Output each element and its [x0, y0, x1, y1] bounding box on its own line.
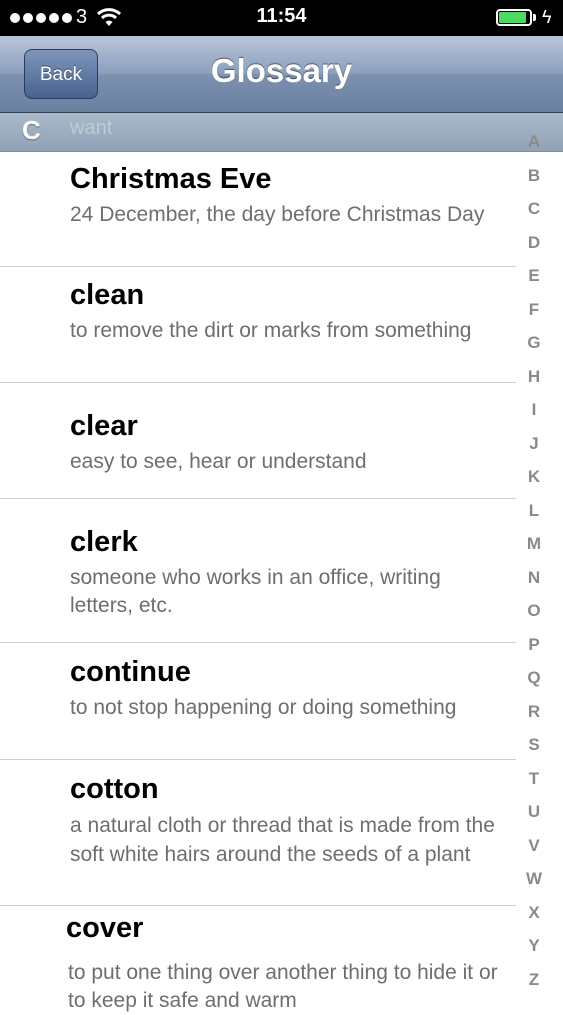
glossary-row[interactable]: continue to not stop happening or doing …	[0, 643, 516, 760]
page-title: Glossary	[210, 52, 353, 89]
glossary-definition: to not stop happening or doing something	[70, 696, 457, 719]
glossary-term: Christmas Eve	[70, 163, 272, 195]
glossary-definition: to remove the dirt or marks from somethi…	[70, 319, 472, 342]
glossary-row[interactable]: clear easy to see, hear or understand	[0, 383, 516, 499]
index-letter-s[interactable]: S	[516, 735, 552, 755]
index-letter-e[interactable]: E	[516, 266, 552, 286]
index-letter-k[interactable]: K	[516, 467, 552, 487]
index-letter-l[interactable]: L	[516, 501, 552, 521]
index-letter-p[interactable]: P	[516, 635, 552, 655]
index-letter-a[interactable]: A	[516, 132, 552, 152]
glossary-term: cotton	[70, 773, 159, 805]
glossary-definition: 24 December, the day before Christmas Da…	[70, 203, 485, 226]
glossary-row[interactable]: clean to remove the dirt or marks from s…	[0, 267, 516, 383]
index-letter-x[interactable]: X	[516, 903, 552, 923]
glossary-term: cover	[66, 912, 144, 944]
index-letter-g[interactable]: G	[516, 333, 552, 353]
glossary-term: clerk	[70, 526, 138, 558]
index-letter-n[interactable]: N	[516, 568, 552, 588]
section-letter: C	[22, 115, 41, 145]
index-letter-z[interactable]: Z	[516, 970, 552, 990]
glossary-definition: someone who works in an office, writing …	[70, 566, 441, 617]
glossary-row[interactable]: cotton a natural cloth or thread that is…	[0, 760, 516, 906]
glossary-row[interactable]: Christmas Eve 24 December, the day befor…	[0, 151, 516, 267]
section-ghost-text: want	[70, 117, 113, 139]
index-letter-b[interactable]: B	[516, 166, 552, 186]
glossary-term: continue	[70, 656, 191, 688]
glossary-row[interactable]: cover to put one thing over another thin…	[0, 906, 516, 1012]
status-bar: 3 11:54 ϟ	[0, 0, 563, 36]
index-letter-j[interactable]: J	[516, 434, 552, 454]
status-time: 11:54	[256, 5, 307, 27]
index-letter-t[interactable]: T	[516, 769, 552, 789]
index-letter-i[interactable]: I	[516, 400, 552, 420]
battery-icon	[496, 9, 536, 26]
index-letter-c[interactable]: C	[516, 199, 552, 219]
index-letter-w[interactable]: W	[516, 869, 552, 889]
index-letter-d[interactable]: D	[516, 233, 552, 253]
index-letter-q[interactable]: Q	[516, 668, 552, 688]
index-letter-f[interactable]: F	[516, 300, 552, 320]
index-letter-y[interactable]: Y	[516, 936, 552, 956]
index-letter-u[interactable]: U	[516, 802, 552, 822]
glossary-term: clear	[70, 410, 138, 442]
index-letter-r[interactable]: R	[516, 702, 552, 722]
glossary-definition: to put one thing over another thing to h…	[68, 961, 498, 1012]
alphabet-index[interactable]: ABCDEFGHIJKLMNOPQRSTUVWXYZ	[516, 125, 552, 995]
index-letter-m[interactable]: M	[516, 534, 552, 554]
index-letter-o[interactable]: O	[516, 601, 552, 621]
glossary-definition: easy to see, hear or understand	[70, 450, 367, 473]
index-letter-h[interactable]: H	[516, 367, 552, 387]
glossary-row[interactable]: clerk someone who works in an office, wr…	[0, 499, 516, 643]
index-letter-v[interactable]: V	[516, 836, 552, 856]
section-header: C want	[0, 113, 563, 152]
glossary-definition: a natural cloth or thread that is made f…	[70, 814, 495, 866]
navigation-bar: Back Glossary	[0, 36, 563, 113]
glossary-term: clean	[70, 279, 145, 311]
charging-bolt-icon: ϟ	[542, 7, 552, 27]
